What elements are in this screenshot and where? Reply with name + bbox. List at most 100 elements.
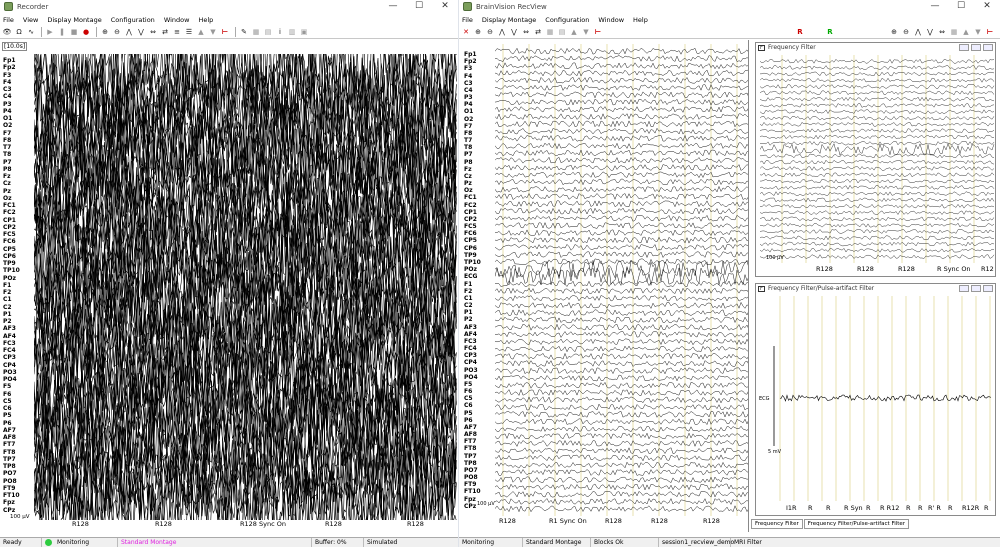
close-icon[interactable]: ✕ [974, 0, 1000, 13]
channels-less-icon[interactable]: ▤ [557, 27, 567, 37]
time-expand-icon[interactable]: ⇔ [937, 27, 947, 37]
channel-label: TP9 [3, 260, 16, 267]
page-up-icon[interactable]: ▲ [569, 27, 579, 37]
menu-window[interactable]: Window [598, 16, 624, 24]
frequency-filter-titlebar[interactable]: F Frequency Filter [756, 43, 995, 53]
pulse-artifact-filter-titlebar[interactable]: F Frequency Filter/Pulse-artifact Filter [756, 284, 995, 294]
amplitude-down-icon[interactable]: ⋁ [925, 27, 935, 37]
channel-label: F1 [3, 281, 12, 289]
recorder-titlebar[interactable]: Recorder — ☐ ✕ [0, 0, 458, 13]
pen-icon[interactable]: ✎ [239, 27, 249, 37]
app-icon [463, 2, 472, 11]
stop-view-icon[interactable]: ✕ [461, 27, 471, 37]
page-up-icon[interactable]: ▲ [961, 27, 971, 37]
pulse-filter-traces [773, 296, 992, 501]
tab-pulse-artifact-filter[interactable]: Frequency Filter/Pulse-artifact Filter [803, 519, 910, 529]
channel-label: FC1 [3, 202, 16, 209]
zoom-in-icon[interactable]: ⊕ [889, 27, 899, 37]
channels-more-icon[interactable]: ▦ [949, 27, 959, 37]
record-icon[interactable]: ● [81, 27, 91, 37]
play-icon[interactable]: ▶ [45, 27, 55, 37]
channel-label: TP8 [464, 459, 477, 467]
channel-label: C6 [3, 405, 12, 412]
menu-help[interactable]: Help [633, 16, 648, 24]
zoom-out-icon[interactable]: ⊖ [901, 27, 911, 37]
page-up-icon[interactable]: ▲ [196, 27, 206, 37]
recorder-menubar: File View Display Montage Configuration … [0, 14, 458, 25]
channel-label: T7 [464, 137, 473, 145]
pause-icon[interactable]: ❚ [57, 27, 67, 37]
test-signal-icon[interactable]: ∿ [26, 27, 36, 37]
time-compress-icon[interactable]: ⇄ [533, 27, 543, 37]
impedance-icon[interactable]: Ω [14, 27, 24, 37]
overlay-icon[interactable]: ▤ [263, 27, 273, 37]
marker-label: R R12 [880, 504, 900, 512]
menu-file[interactable]: File [462, 16, 473, 24]
frequency-filter-window[interactable]: F Frequency Filter 100 µV R128 R128 R128… [755, 42, 996, 277]
maximize-icon[interactable]: ☐ [948, 0, 974, 13]
eeg-trace [760, 191, 995, 196]
zoom-in-icon[interactable]: ⊕ [100, 27, 110, 37]
channel-label: C3 [3, 86, 12, 93]
channel-label: FC3 [3, 339, 16, 347]
zoom-out-icon[interactable]: ⊖ [485, 27, 495, 37]
eeg-trace [760, 115, 995, 121]
page-down-icon[interactable]: ▼ [581, 27, 591, 37]
channel-label: FC2 [3, 209, 16, 217]
grid-icon[interactable]: ▥ [287, 27, 297, 37]
maximize-icon[interactable] [971, 285, 981, 292]
menu-help[interactable]: Help [198, 16, 213, 24]
menu-window[interactable]: Window [164, 16, 190, 24]
channels-more-icon[interactable]: ▦ [545, 27, 555, 37]
monitoring-indicator-icon [45, 539, 52, 546]
menu-file[interactable]: File [3, 16, 14, 24]
channel-label: F5 [464, 380, 473, 388]
dc-correction-icon[interactable]: ▦ [251, 27, 261, 37]
maximize-icon[interactable]: ☐ [406, 0, 432, 13]
minimize-icon[interactable]: — [922, 0, 948, 13]
minimize-icon[interactable]: — [380, 0, 406, 13]
minimize-icon[interactable] [959, 44, 969, 51]
eye-icon[interactable]: 👁 [2, 27, 12, 37]
amplitude-up-icon[interactable]: ⋀ [497, 27, 507, 37]
filter-icon: F [758, 286, 765, 292]
settings-icon[interactable]: ▣ [299, 27, 309, 37]
menu-view[interactable]: View [23, 16, 38, 24]
channels-more-icon[interactable]: ≡ [172, 27, 182, 37]
page-down-icon[interactable]: ▼ [973, 27, 983, 37]
time-compress-icon[interactable]: ⇄ [160, 27, 170, 37]
marker-icon[interactable]: ⊢ [220, 27, 230, 37]
marker-label: R12 [981, 265, 994, 273]
reset-filter-icon[interactable]: R [795, 27, 805, 37]
marker-icon[interactable]: ⊢ [593, 27, 603, 37]
close-icon[interactable] [983, 44, 993, 51]
channels-less-icon[interactable]: ☰ [184, 27, 194, 37]
tab-frequency-filter[interactable]: Frequency Filter [751, 519, 803, 529]
marker-label: R128 [816, 265, 833, 273]
menu-display-montage[interactable]: Display Montage [47, 16, 101, 24]
maximize-icon[interactable] [971, 44, 981, 51]
zoom-in-icon[interactable]: ⊕ [473, 27, 483, 37]
amplitude-up-icon[interactable]: ⋀ [913, 27, 923, 37]
amplitude-up-icon[interactable]: ⋀ [124, 27, 134, 37]
apply-filter-icon[interactable]: R [825, 27, 835, 37]
recview-titlebar[interactable]: BrainVision RecView — ☐ ✕ [459, 0, 1000, 13]
time-expand-icon[interactable]: ⇔ [148, 27, 158, 37]
amplitude-down-icon[interactable]: ⋁ [136, 27, 146, 37]
time-expand-icon[interactable]: ⇔ [521, 27, 531, 37]
stop-icon[interactable]: ■ [69, 27, 79, 37]
amplitude-down-icon[interactable]: ⋁ [509, 27, 519, 37]
zoom-out-icon[interactable]: ⊖ [112, 27, 122, 37]
minimize-icon[interactable] [959, 285, 969, 292]
menu-display-montage[interactable]: Display Montage [482, 16, 536, 24]
recorder-eeg-plot[interactable]: [10.0s] Fp1 Fp2 F3 F4 C3 C4 P3 P4 O1 O2 F7 F8 T7 T8 P7… [0, 40, 458, 530]
menu-configuration[interactable]: Configuration [545, 16, 589, 24]
page-down-icon[interactable]: ▼ [208, 27, 218, 37]
marker-icon[interactable]: ⊢ [985, 27, 995, 37]
pulse-artifact-filter-window[interactable]: F Frequency Filter/Pulse-artifact Filter… [755, 283, 996, 516]
close-icon[interactable]: ✕ [432, 0, 458, 13]
menu-configuration[interactable]: Configuration [111, 16, 155, 24]
close-icon[interactable] [983, 285, 993, 292]
recview-eeg-plot[interactable]: Fp1 Fp2 F3 F4 C3 C4 P3 P4 O1 O2 F7 F8 T7 T8 P7 P8 Fz Cz Pz… [459, 40, 749, 532]
info-icon[interactable]: i [275, 27, 285, 37]
